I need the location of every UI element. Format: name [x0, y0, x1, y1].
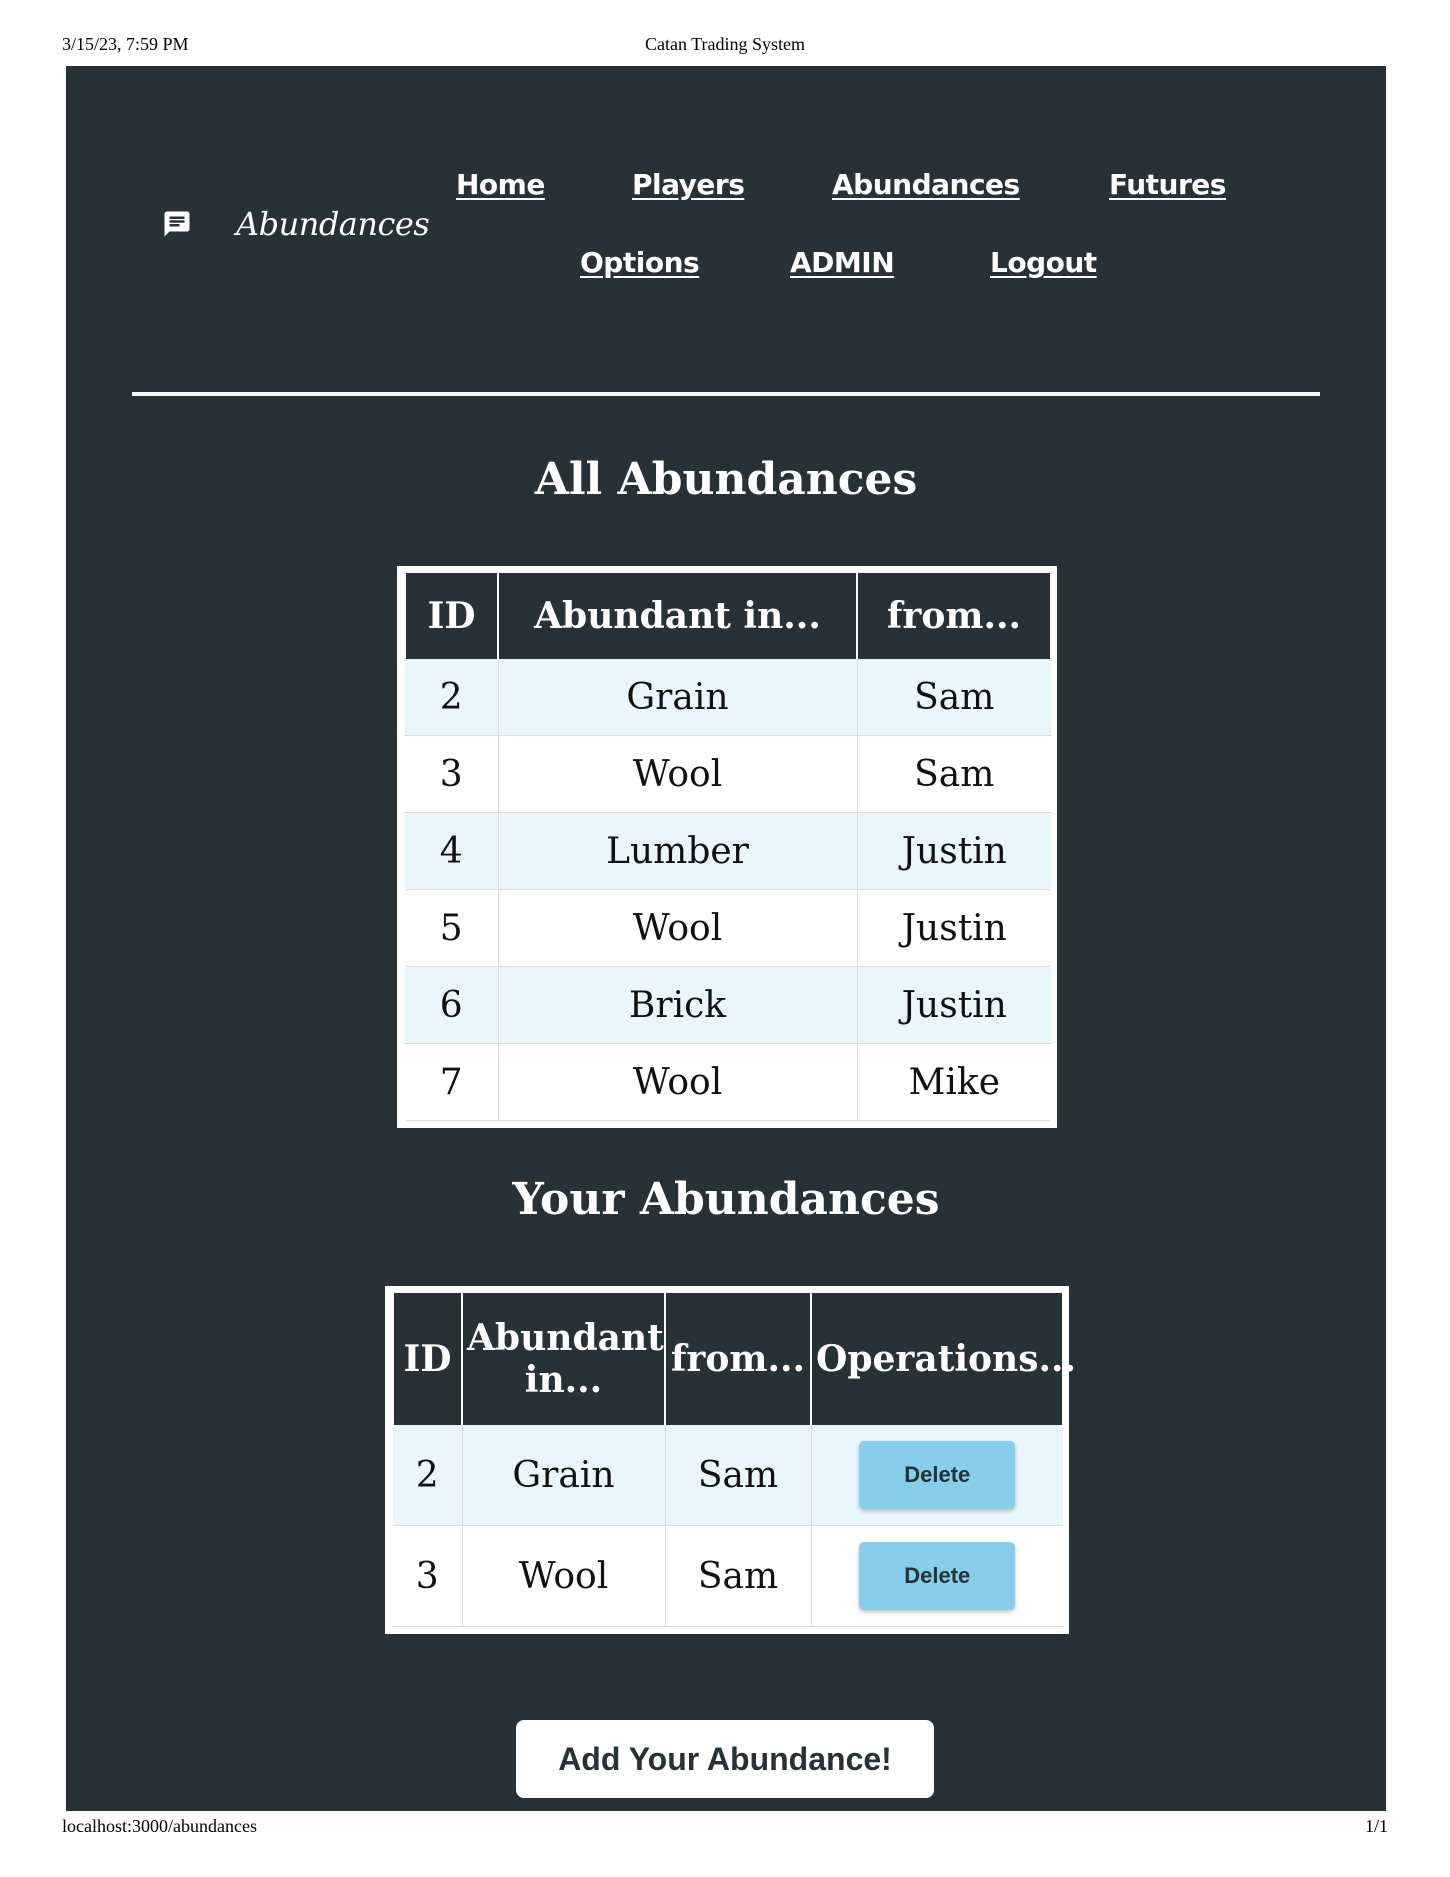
your-abundances-title: Your Abundances: [512, 1174, 940, 1225]
cell-resource: Grain: [498, 659, 858, 736]
cell-player: Sam: [857, 659, 1051, 736]
table-row: 6 Brick Justin: [405, 966, 1051, 1044]
cell-id: 2: [393, 1425, 463, 1526]
cell-id: 3: [405, 735, 499, 813]
table-header-row: ID Abundant in... from...: [404, 573, 1052, 659]
table-row: 2 Grain Sam: [405, 659, 1051, 736]
table-row: 3 Wool Sam Delete: [393, 1525, 1063, 1627]
message-icon: [162, 209, 192, 239]
col-header-from: from...: [664, 1293, 812, 1425]
brand-title: Abundances: [236, 205, 430, 243]
nav-players-link[interactable]: Players: [632, 168, 745, 201]
nav-abundances-link[interactable]: Abundances: [832, 168, 1020, 201]
page-container: Abundances Home Players Abundances Futur…: [66, 66, 1386, 1811]
cell-resource: Wool: [498, 1043, 858, 1121]
cell-id: 6: [405, 966, 499, 1044]
cell-resource: Lumber: [498, 812, 858, 890]
print-doc-title: Catan Trading System: [644, 34, 805, 54]
all-abundances-title: All Abundances: [534, 454, 918, 505]
col-header-from: from...: [856, 573, 1052, 659]
cell-resource: Wool: [498, 889, 858, 967]
nav-admin-link[interactable]: ADMIN: [790, 246, 895, 279]
nav-options-link[interactable]: Options: [580, 246, 700, 279]
table-header-row: ID Abundant in... from... Operations...: [392, 1293, 1076, 1425]
nav-logout-link[interactable]: Logout: [990, 246, 1097, 279]
cell-id: 3: [393, 1525, 463, 1627]
table-row: 3 Wool Sam: [405, 735, 1051, 813]
add-abundance-button[interactable]: Add Your Abundance!: [516, 1720, 934, 1798]
print-header: 3/15/23, 7:59 PM Catan Trading System: [62, 34, 1388, 58]
cell-id: 5: [405, 889, 499, 967]
your-abundances-table-wrap: ID Abundant in... from... Operations... …: [385, 1286, 1076, 1634]
nav-home-link[interactable]: Home: [456, 168, 545, 201]
cell-id: 7: [405, 1043, 499, 1121]
cell-id: 4: [405, 812, 499, 890]
col-header-operations: Operations...: [810, 1293, 1076, 1425]
col-header-abundant-in: Abundant in...: [461, 1293, 666, 1425]
cell-operations: Delete: [811, 1525, 1063, 1627]
cell-player: Sam: [665, 1525, 812, 1627]
cell-player: Sam: [857, 735, 1051, 813]
table-row: 4 Lumber Justin: [405, 812, 1051, 890]
cell-resource: Grain: [462, 1425, 666, 1526]
print-url: localhost:3000/abundances: [62, 1816, 257, 1836]
delete-button[interactable]: Delete: [859, 1542, 1016, 1610]
table-row: 7 Wool Mike: [405, 1043, 1051, 1121]
cell-player: Justin: [857, 889, 1051, 967]
cell-player: Mike: [857, 1043, 1051, 1121]
cell-player: Justin: [857, 966, 1051, 1044]
print-page-count: 1/1: [1364, 1816, 1388, 1836]
cell-resource: Wool: [498, 735, 858, 813]
col-header-abundant-in: Abundant in...: [497, 573, 858, 659]
brand: Abundances: [162, 204, 430, 244]
cell-player: Sam: [665, 1425, 812, 1526]
your-abundances-table: ID Abundant in... from... Operations... …: [392, 1293, 1076, 1627]
cell-player: Justin: [857, 812, 1051, 890]
table-row: 5 Wool Justin: [405, 889, 1051, 967]
print-footer: localhost:3000/abundances 1/1: [62, 1816, 1388, 1840]
cell-operations: Delete: [811, 1425, 1063, 1526]
delete-button[interactable]: Delete: [859, 1441, 1016, 1509]
table-row: 2 Grain Sam Delete: [393, 1425, 1063, 1526]
cell-id: 2: [405, 659, 499, 736]
all-abundances-table: ID Abundant in... from... 2 Grain Sam 3 …: [404, 573, 1052, 1121]
header-divider: [132, 392, 1320, 396]
col-header-id: ID: [404, 573, 499, 659]
all-abundances-table-wrap: ID Abundant in... from... 2 Grain Sam 3 …: [397, 566, 1057, 1128]
cell-resource: Wool: [462, 1525, 666, 1627]
nav-futures-link[interactable]: Futures: [1109, 168, 1226, 201]
cell-resource: Brick: [498, 966, 858, 1044]
col-header-id: ID: [392, 1293, 463, 1425]
